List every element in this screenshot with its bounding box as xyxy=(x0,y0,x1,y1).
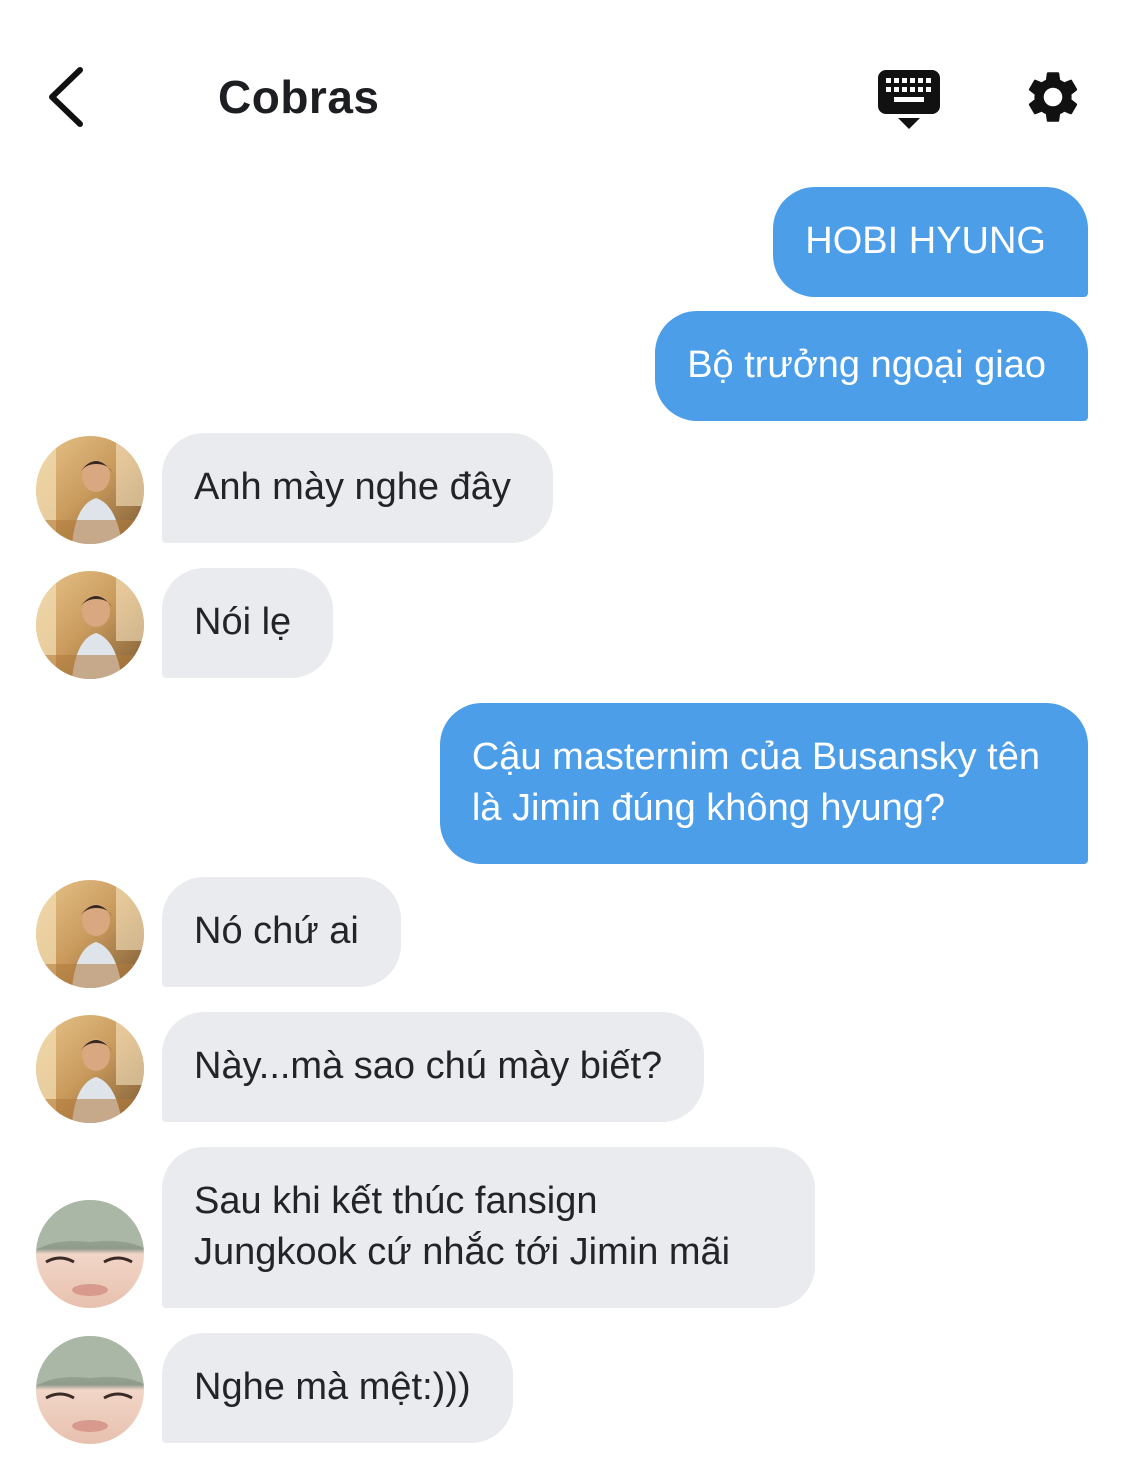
avatar-photo-1 xyxy=(36,1015,144,1123)
message-bubble-incoming[interactable]: Nghe mà mệt:))) xyxy=(162,1333,513,1443)
message-text: Cậu masternim của Busansky tên xyxy=(471,736,1040,778)
message-bubble-incoming[interactable]: Anh mày nghe đây xyxy=(162,433,553,543)
message-bubble-incoming[interactable]: Này...mà sao chú mày biết? xyxy=(162,1012,705,1122)
message-bubble-incoming[interactable]: Nó chứ ai xyxy=(162,877,401,987)
avatar[interactable] xyxy=(36,1200,144,1308)
message-bubble-outgoing[interactable]: Cậu masternim của Busansky tên là Jimin … xyxy=(439,703,1088,864)
message-bubble-outgoing[interactable]: HOBI HYUNG xyxy=(773,187,1088,297)
avatar[interactable] xyxy=(36,1015,144,1123)
message-text: Này...mà sao chú mày biết? xyxy=(194,1045,663,1087)
avatar-photo-2 xyxy=(36,1200,144,1308)
keyboard-icon xyxy=(878,70,940,129)
message-bubble-outgoing[interactable]: Bộ trưởng ngoại giao xyxy=(655,311,1088,421)
message-text: Anh mày nghe đây xyxy=(194,466,511,508)
chat-header: Cobras xyxy=(0,0,1125,190)
avatar-photo-2 xyxy=(36,1336,144,1444)
message-text: HOBI HYUNG xyxy=(805,220,1046,262)
message-text: Nói lẹ xyxy=(194,601,292,643)
message-bubble-incoming[interactable]: Sau khi kết thúc fansign Jungkook cứ nhắ… xyxy=(162,1147,816,1308)
avatar-photo-1 xyxy=(36,436,144,544)
avatar[interactable] xyxy=(36,1336,144,1444)
message-text: là Jimin đúng không hyung? xyxy=(471,787,946,829)
message-text: Sau khi kết thúc fansign xyxy=(194,1180,598,1222)
settings-button[interactable] xyxy=(1022,66,1084,128)
chat-title: Cobras xyxy=(218,71,380,123)
avatar-photo-1 xyxy=(36,571,144,679)
back-button[interactable] xyxy=(40,62,100,132)
chevron-left-icon xyxy=(49,67,83,127)
message-text: Jungkook cứ nhắc tới Jimin mãi xyxy=(194,1231,731,1273)
message-text: Bộ trưởng ngoại giao xyxy=(687,344,1046,386)
avatar[interactable] xyxy=(36,436,144,544)
message-text: Nghe mà mệt:))) xyxy=(194,1366,471,1408)
avatar[interactable] xyxy=(36,880,144,988)
gear-icon xyxy=(1028,72,1078,122)
keyboard-button[interactable] xyxy=(876,68,942,132)
message-text: Nó chứ ai xyxy=(194,910,359,952)
avatar[interactable] xyxy=(36,571,144,679)
message-bubble-incoming[interactable]: Nói lẹ xyxy=(162,568,334,678)
avatar-photo-1 xyxy=(36,880,144,988)
